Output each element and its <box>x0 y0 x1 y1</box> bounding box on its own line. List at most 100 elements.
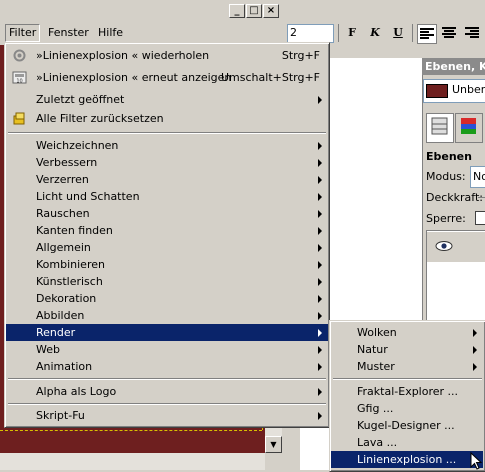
menu-item-label: Alpha als Logo <box>36 385 117 398</box>
menu-item-recent[interactable]: Zuletzt geöffnet <box>6 91 328 108</box>
tab-channels[interactable] <box>455 113 483 143</box>
menu-item-label: »Linienexplosion « wiederholen <box>36 49 210 62</box>
menu-item-shortcut: Umschalt+Strg+F <box>221 71 320 84</box>
menu-item-weichzeichnen[interactable]: Weichzeichnen <box>6 137 328 154</box>
submenu-arrow-icon <box>473 346 477 354</box>
align-left-button[interactable] <box>417 24 437 44</box>
menu-item-label: Alle Filter zurücksetzen <box>36 112 164 125</box>
menu-item-animation[interactable]: Animation <box>6 358 328 375</box>
menu-item-label: Kombinieren <box>36 258 105 271</box>
menu-item-label: Animation <box>36 360 93 373</box>
submenu-arrow-icon <box>318 176 322 184</box>
menu-item-label: Verbessern <box>36 156 98 169</box>
menu-hilfe[interactable]: Hilfe <box>95 25 126 41</box>
menu-item-licht-und-schatten[interactable]: Licht und Schatten <box>6 188 328 205</box>
align-center-button[interactable] <box>440 24 458 42</box>
layer-boundary <box>0 430 262 431</box>
menu-item-kuenstlerisch[interactable]: Künstlerisch <box>6 273 328 290</box>
menu-item-label: Muster <box>357 360 395 373</box>
italic-button[interactable]: K <box>366 24 384 42</box>
opacity-slider[interactable] <box>478 197 485 198</box>
submenu-arrow-icon <box>473 329 477 337</box>
menu-item-verbessern[interactable]: Verbessern <box>6 154 328 171</box>
menu-item-label: Linienexplosion ... <box>357 453 457 466</box>
menu-item-label: Render <box>36 326 76 339</box>
menu-item-abbilden[interactable]: Abbilden <box>6 307 328 324</box>
submenu-item-natur[interactable]: Natur <box>331 341 483 358</box>
submenu-item-muster[interactable]: Muster <box>331 358 483 375</box>
menu-item-verzerren[interactable]: Verzerren <box>6 171 328 188</box>
mouse-cursor-icon <box>470 452 483 470</box>
menubar: Filter Fenster Hilfe <box>0 22 285 42</box>
layer-row[interactable] <box>427 232 485 262</box>
bold-button[interactable]: F <box>343 24 361 42</box>
lock-checkbox[interactable] <box>475 211 485 225</box>
close-button[interactable]: × <box>263 4 279 18</box>
font-size-field[interactable]: 2 <box>287 24 334 43</box>
mode-select[interactable]: No <box>470 166 485 188</box>
align-center-icon <box>442 27 456 38</box>
submenu-item-kugel-designer[interactable]: Kugel-Designer ... <box>331 417 483 434</box>
layers-icon <box>431 117 448 135</box>
menu-item-kombinieren[interactable]: Kombinieren <box>6 256 328 273</box>
menu-item-kanten-finden[interactable]: Kanten finden <box>6 222 328 239</box>
submenu-item-gfig[interactable]: Gfig ... <box>331 400 483 417</box>
menu-item-shortcut: Strg+F <box>281 49 320 62</box>
submenu-arrow-icon <box>473 363 477 371</box>
submenu-arrow-icon <box>318 227 322 235</box>
menu-item-label: Web <box>36 343 60 356</box>
lock-label: Sperre: <box>426 212 466 225</box>
menu-item-repeat[interactable]: »Linienexplosion « wiederholen Strg+F <box>6 47 328 64</box>
maximize-button[interactable]: □ <box>246 4 262 18</box>
image-thumbnail <box>426 84 448 98</box>
channels-icon <box>461 118 476 134</box>
menu-item-label: Verzerren <box>36 173 89 186</box>
menu-item-reshow[interactable]: 10 »Linienexplosion « erneut anzeigen Um… <box>6 69 328 86</box>
menu-item-alpha-logo[interactable]: Alpha als Logo <box>6 383 328 400</box>
submenu-arrow-icon <box>318 412 322 420</box>
menu-item-label: Lava ... <box>357 436 398 449</box>
submenu-item-linienexplosion[interactable]: Linienexplosion ... <box>331 451 483 468</box>
menu-item-label: Dekoration <box>36 292 97 305</box>
scroll-down-icon[interactable]: ▼ <box>265 436 282 453</box>
submenu-arrow-icon <box>318 329 322 337</box>
menu-filter[interactable]: Filter <box>5 24 41 42</box>
align-right-icon <box>465 27 479 38</box>
align-right-button[interactable] <box>463 24 481 42</box>
minimize-button[interactable]: _ <box>229 4 245 18</box>
submenu-arrow-icon <box>318 210 322 218</box>
menu-item-render[interactable]: Render <box>6 324 328 341</box>
svg-text:10: 10 <box>16 79 22 85</box>
submenu-arrow-icon <box>318 193 322 201</box>
submenu-arrow-icon <box>318 261 322 269</box>
mode-label: Modus: <box>426 170 466 183</box>
menu-item-label: Fraktal-Explorer ... <box>357 385 459 398</box>
submenu-arrow-icon <box>318 312 322 320</box>
submenu-item-lava[interactable]: Lava ... <box>331 434 483 451</box>
menu-item-allgemein[interactable]: Allgemein <box>6 239 328 256</box>
image-name: Unbenan <box>452 83 485 96</box>
eye-icon <box>435 241 453 251</box>
submenu-arrow-icon <box>318 388 322 396</box>
dock-title: Ebenen, Ka <box>422 58 485 75</box>
menu-separator <box>8 132 326 134</box>
menu-item-label: Wolken <box>357 326 397 339</box>
menu-fenster[interactable]: Fenster <box>45 25 92 41</box>
menu-item-reset[interactable]: Alle Filter zurücksetzen <box>6 110 328 127</box>
menu-item-script-fu[interactable]: Skript-Fu <box>6 407 328 424</box>
opacity-label: Deckkraft: <box>426 191 483 204</box>
horizontal-scrollbar[interactable] <box>0 453 265 470</box>
tab-layers[interactable] <box>426 113 454 143</box>
align-left-icon <box>420 28 434 39</box>
submenu-arrow-icon <box>318 346 322 354</box>
reset-filters-icon <box>13 112 25 125</box>
submenu-item-fraktal-explorer[interactable]: Fraktal-Explorer ... <box>331 383 483 400</box>
submenu-item-wolken[interactable]: Wolken <box>331 324 483 341</box>
repeat-filter-icon <box>13 49 26 62</box>
menu-item-web[interactable]: Web <box>6 341 328 358</box>
toolbar-separator <box>338 24 339 42</box>
menu-item-dekoration[interactable]: Dekoration <box>6 290 328 307</box>
menu-item-rauschen[interactable]: Rauschen <box>6 205 328 222</box>
underline-button[interactable]: U <box>389 24 407 42</box>
menu-item-label: Gfig ... <box>357 402 394 415</box>
